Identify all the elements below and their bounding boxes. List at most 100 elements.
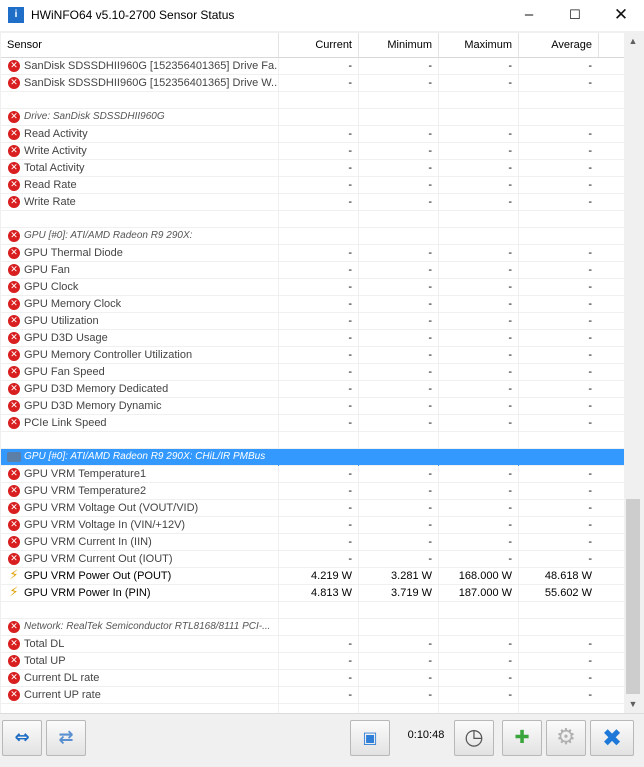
- network-button[interactable]: ▣: [350, 720, 390, 756]
- blank-row: [1, 602, 624, 619]
- settings-button[interactable]: ⚙: [546, 720, 586, 756]
- average-value: [518, 228, 598, 245]
- maximum-value: -: [438, 279, 518, 296]
- maximum-value: -: [438, 551, 518, 568]
- column-header-minimum[interactable]: Minimum: [358, 33, 438, 57]
- table-row[interactable]: ✕ Read Activity - - - -: [1, 126, 624, 143]
- minimum-value: -: [358, 58, 438, 75]
- current-value: -: [278, 636, 358, 653]
- current-value: [278, 432, 358, 449]
- current-value: -: [278, 296, 358, 313]
- table-row[interactable]: ✕ PCIe Link Speed - - - -: [1, 415, 624, 432]
- column-header-maximum[interactable]: Maximum: [438, 33, 518, 57]
- current-value: [278, 109, 358, 126]
- table-row[interactable]: ✕ GPU Clock - - - -: [1, 279, 624, 296]
- current-value: -: [278, 58, 358, 75]
- average-value: -: [518, 330, 598, 347]
- table-row[interactable]: ✕ GPU VRM Current In (IIN) - - - -: [1, 534, 624, 551]
- table-row[interactable]: ✕ Current DL rate - - - -: [1, 670, 624, 687]
- maximum-value: -: [438, 500, 518, 517]
- sensor-label: GPU VRM Power Out (POUT): [24, 570, 172, 582]
- table-row[interactable]: ✕ GPU D3D Memory Dedicated - - - -: [1, 381, 624, 398]
- average-value: -: [518, 551, 598, 568]
- table-row[interactable]: ✕ Total DL - - - -: [1, 636, 624, 653]
- table-row[interactable]: ✕ GPU VRM Temperature1- - - -: [1, 466, 624, 483]
- maximum-value: -: [438, 160, 518, 177]
- current-value: -: [278, 330, 358, 347]
- sensor-label: GPU Utilization: [24, 315, 99, 327]
- scrollbar-thumb[interactable]: [626, 499, 640, 694]
- table-row[interactable]: ✕ GPU D3D Usage - - - -: [1, 330, 624, 347]
- vertical-scrollbar[interactable]: ▲ ▼: [624, 33, 642, 713]
- table-row[interactable]: ✕ GPU VRM Current Out (IOUT) - - - -: [1, 551, 624, 568]
- current-value: -: [278, 347, 358, 364]
- table-row[interactable]: ⚡ GPU VRM Power Out (POUT) 4.219 W 3.281 W1…: [1, 568, 624, 585]
- table-row[interactable]: ✕ GPU Memory Controller Utilization - - - -: [1, 347, 624, 364]
- close-window-button[interactable]: ✕: [598, 0, 644, 31]
- table-row[interactable]: ✕ GPU Fan Speed - - - -: [1, 364, 624, 381]
- average-value: [518, 602, 598, 619]
- blank-row: [1, 211, 624, 228]
- elapsed-timer: 0:10:48: [407, 729, 445, 741]
- close-sensors-button[interactable]: ✖: [590, 720, 634, 756]
- sensor-group-row[interactable]: GPU [#0]: ATI/AMD Radeon R9 290X: CHiL/I…: [1, 449, 624, 466]
- table-row[interactable]: ✕ Current UP rate - - - -: [1, 687, 624, 704]
- minimum-value: -: [358, 364, 438, 381]
- current-value: -: [278, 670, 358, 687]
- reset-timer-button[interactable]: ◷: [454, 720, 494, 756]
- maximize-button[interactable]: ☐: [552, 0, 598, 31]
- minimum-value: [358, 92, 438, 109]
- average-value: [518, 432, 598, 449]
- table-row[interactable]: ✕ Write Rate - - - -: [1, 194, 624, 211]
- sensor-label: Total Activity: [24, 162, 85, 174]
- table-row[interactable]: ✕ GPU D3D Memory Dynamic - - - -: [1, 398, 624, 415]
- arrows-in-icon: ⇄: [58, 727, 74, 748]
- expand-columns-button[interactable]: ⇔: [2, 720, 42, 756]
- sensor-group-row[interactable]: ✕ Network: RealTek Semiconductor RTL8168/…: [1, 619, 624, 636]
- table-row[interactable]: ✕ GPU VRM Temperature2- - - -: [1, 483, 624, 500]
- table-row[interactable]: ✕ SanDisk SDSSDHII960G [152356401365] Dri…: [1, 75, 624, 92]
- table-row[interactable]: ✕ GPU VRM Voltage In (VIN/+12V) - - - -: [1, 517, 624, 534]
- table-row[interactable]: ✕ SanDisk SDSSDHII960G [152356401365] Dri…: [1, 58, 624, 75]
- minimum-value: -: [358, 296, 438, 313]
- column-header-sensor[interactable]: Sensor: [1, 33, 278, 57]
- minimum-value: -: [358, 245, 438, 262]
- average-value: [518, 704, 598, 713]
- table-row[interactable]: ✕ Write Activity - - - -: [1, 143, 624, 160]
- column-header-current[interactable]: Current: [278, 33, 358, 57]
- sensor-group-row[interactable]: ✕ Drive: SanDisk SDSSDHII960G: [1, 109, 624, 126]
- sensor-label: Read Activity: [24, 128, 88, 140]
- minimum-value: -: [358, 500, 438, 517]
- table-row[interactable]: ✕ GPU Utilization - - - -: [1, 313, 624, 330]
- table-row[interactable]: ✕ GPU VRM Voltage Out (VOUT/VID) - - - -: [1, 500, 624, 517]
- table-row[interactable]: ✕ Read Rate - - - -: [1, 177, 624, 194]
- logging-button[interactable]: ✚: [502, 720, 542, 756]
- maximum-value: -: [438, 245, 518, 262]
- scroll-up-arrow-icon[interactable]: ▲: [624, 33, 642, 50]
- sensor-label: GPU D3D Memory Dedicated: [24, 383, 169, 395]
- sensor-label: GPU Fan Speed: [24, 366, 105, 378]
- current-value: -: [278, 653, 358, 670]
- table-row[interactable]: ✕ Total Activity - - - -: [1, 160, 624, 177]
- scroll-down-arrow-icon[interactable]: ▼: [624, 696, 642, 713]
- sensor-table[interactable]: Sensor Current Minimum Maximum Average ✕…: [1, 33, 624, 713]
- collapse-columns-button[interactable]: ⇄: [46, 720, 86, 756]
- sensor-group-row[interactable]: ✕ GPU [#0]: ATI/AMD Radeon R9 290X:: [1, 228, 624, 245]
- column-header-extra: [598, 33, 624, 57]
- table-row[interactable]: ⚡ GPU VRM Power In (PIN) 4.813 W 3.719 W 187…: [1, 585, 624, 602]
- minimum-value: -: [358, 262, 438, 279]
- maximum-value: [438, 211, 518, 228]
- maximum-value: -: [438, 347, 518, 364]
- table-row[interactable]: ✕ GPU Fan - - - -: [1, 262, 624, 279]
- maximum-value: [438, 92, 518, 109]
- column-header-average[interactable]: Average: [518, 33, 598, 57]
- current-value: [278, 619, 358, 636]
- minimum-value: -: [358, 194, 438, 211]
- table-row[interactable]: ✕ GPU Thermal Diode - - - -: [1, 245, 624, 262]
- maximum-value: -: [438, 296, 518, 313]
- current-value: [278, 602, 358, 619]
- table-row[interactable]: ✕ Total UP - - - -: [1, 653, 624, 670]
- table-row[interactable]: ✕ GPU Memory Clock - - - -: [1, 296, 624, 313]
- minimum-value: -: [358, 466, 438, 483]
- minimize-button[interactable]: –: [506, 0, 552, 31]
